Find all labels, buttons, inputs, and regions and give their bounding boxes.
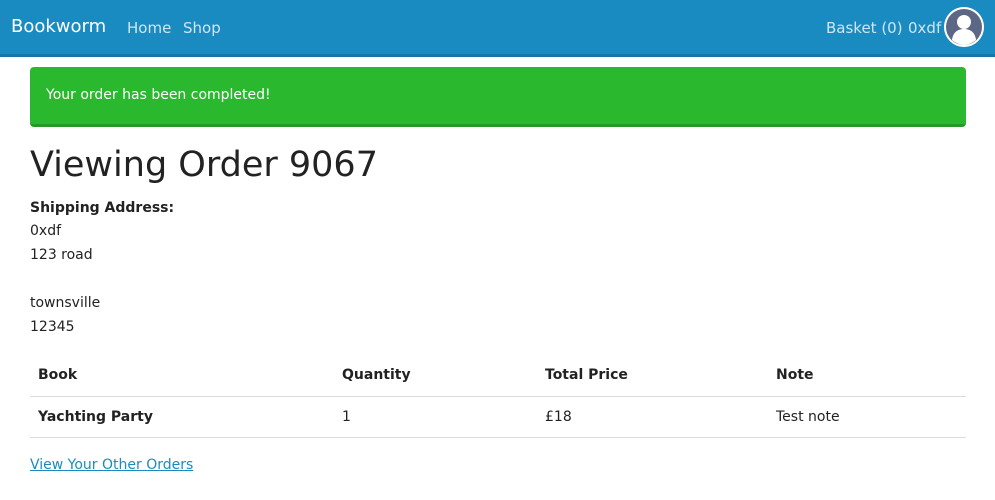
brand-link[interactable]: Bookworm (11, 16, 106, 37)
basket-link[interactable]: Basket (0) (826, 19, 903, 37)
address-line-name: 0xdf (30, 223, 62, 239)
cell-note: Test note (768, 396, 966, 438)
nav-shop-link[interactable]: Shop (183, 19, 221, 37)
top-navbar: Bookworm Home Shop Basket (0) 0xdf (0, 0, 995, 57)
nav-home-link[interactable]: Home (127, 19, 171, 37)
header-note: Note (768, 355, 966, 397)
address-line-town: townsville (30, 295, 101, 311)
table-header-row: Book Quantity Total Price Note (30, 355, 966, 397)
table-row: Yachting Party 1 £18 Test note (30, 396, 966, 438)
address-line-street: 123 road (30, 247, 93, 263)
user-avatar-icon[interactable] (944, 7, 984, 47)
header-total-price: Total Price (537, 355, 768, 397)
address-line-postcode: 12345 (30, 319, 75, 335)
shipping-address-label: Shipping Address: (30, 200, 175, 216)
user-menu-link[interactable]: 0xdf (908, 19, 941, 37)
page-title: Viewing Order 9067 (30, 145, 378, 185)
success-alert: Your order has been completed! (30, 67, 966, 127)
order-items-table: Book Quantity Total Price Note Yachting … (30, 355, 966, 438)
alert-message: Your order has been completed! (46, 87, 271, 103)
cell-book: Yachting Party (30, 396, 334, 438)
header-book: Book (30, 355, 334, 397)
view-other-orders-link[interactable]: View Your Other Orders (30, 457, 193, 473)
cell-total-price: £18 (537, 396, 768, 438)
header-quantity: Quantity (334, 355, 537, 397)
cell-quantity: 1 (334, 396, 537, 438)
